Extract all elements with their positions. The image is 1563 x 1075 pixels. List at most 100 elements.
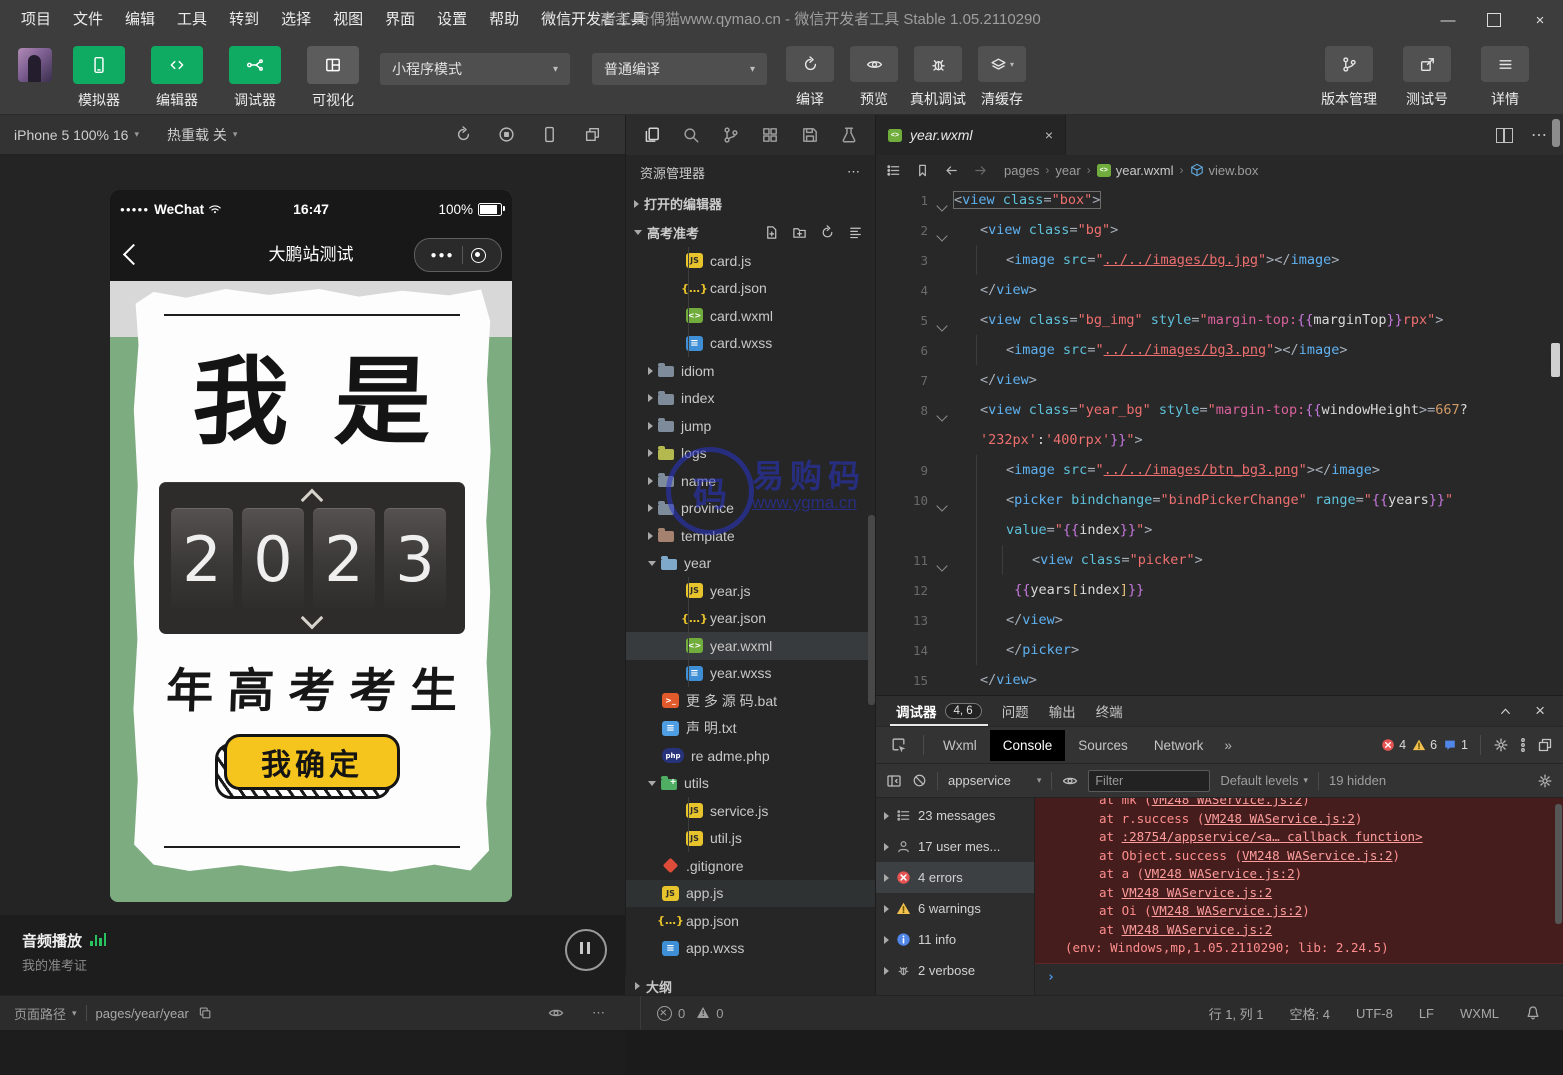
more-icon[interactable]: ⋯ [1531, 125, 1547, 145]
console-filter-23 messages[interactable]: 23 messages [876, 800, 1034, 831]
toolbar-编辑器-button[interactable]: 编辑器 [148, 46, 206, 110]
console-filter-11 info[interactable]: 11 info [876, 924, 1034, 955]
tree-item-template[interactable]: template [626, 522, 875, 550]
console-prompt[interactable]: › [1035, 964, 1563, 985]
tree-item-app.wxss[interactable]: ≡app.wxss [626, 935, 875, 963]
tree-item-re adme.php[interactable]: phpre adme.php [626, 742, 875, 770]
menu-item-设置[interactable]: 设置 [426, 0, 478, 40]
collapse-all-icon[interactable] [848, 225, 863, 240]
action-测试号-button[interactable]: 测试号 [1399, 46, 1455, 109]
menu-item-选择[interactable]: 选择 [270, 0, 322, 40]
console-filter-4 errors[interactable]: 4 errors [876, 862, 1034, 893]
refresh-icon[interactable] [820, 225, 835, 240]
confirm-button[interactable]: 我确定 [224, 734, 400, 790]
search-icon[interactable] [682, 126, 700, 144]
navigate-forward-icon[interactable] [973, 163, 988, 178]
toolbar-可视化-button[interactable]: 可视化 [304, 46, 362, 110]
code-area[interactable]: 1<view class="box">2<view class="bg">3<i… [876, 185, 1563, 695]
menu-item-界面[interactable]: 界面 [374, 0, 426, 40]
maximize-button[interactable] [1471, 0, 1517, 40]
tree-item-util.js[interactable]: JSutil.js [626, 825, 875, 853]
error-count[interactable]: 4 [1381, 738, 1406, 752]
sidebar-toggle-icon[interactable] [886, 773, 902, 789]
toolbar-模拟器-button[interactable]: 模拟器 [70, 46, 128, 110]
clear-console-icon[interactable] [912, 773, 927, 788]
stack-link[interactable]: :28754/appservice/<a… callback function> [1122, 829, 1423, 844]
open-editors-section[interactable]: 打开的编辑器 [626, 189, 875, 218]
mode-dropdown[interactable]: 小程序模式 ▾ [380, 53, 570, 85]
menu-item-工具[interactable]: 工具 [166, 0, 218, 40]
editor-scrollbar-thumb[interactable] [1552, 119, 1560, 147]
explorer-scrollbar[interactable] [868, 515, 875, 705]
eol-setting[interactable]: LF [1419, 1006, 1434, 1021]
stack-link[interactable]: VM248 WAService.js:2 [1122, 885, 1273, 900]
source-control-icon[interactable] [722, 126, 740, 144]
hot-reload-toggle[interactable]: 热重载 关 ▾ [153, 125, 251, 145]
action-真机调试-button[interactable]: 真机调试 [910, 46, 966, 109]
tab-year-wxml[interactable]: <> year.wxml × [876, 115, 1066, 155]
eye-icon[interactable] [548, 1005, 564, 1021]
tree-item-更 多 源 码.bat[interactable]: >_更 多 源 码.bat [626, 687, 875, 715]
action-详情-button[interactable]: 详情 [1477, 46, 1533, 109]
menu-item-项目[interactable]: 项目 [10, 0, 62, 40]
explorer-problems[interactable]: 0 0 [640, 996, 723, 1030]
tree-item-app.js[interactable]: JSapp.js [626, 880, 875, 908]
debugger-tab-调试器[interactable]: 调试器4, 6 [890, 696, 988, 726]
device-selector[interactable]: iPhone 5 100% 16 ▾ [0, 127, 153, 143]
language-mode[interactable]: WXML [1460, 1006, 1499, 1021]
log-levels-dropdown[interactable]: Default levels ▾ [1220, 773, 1308, 788]
indent-setting[interactable]: 空格: 4 [1290, 1004, 1330, 1023]
more-icon[interactable]: ⋯ [592, 1005, 605, 1021]
compile-dropdown[interactable]: 普通编译 ▾ [592, 53, 767, 85]
tree-item-service.js[interactable]: JSservice.js [626, 797, 875, 825]
action-编译-button[interactable]: 编译 [782, 46, 838, 109]
menu-item-帮助[interactable]: 帮助 [478, 0, 530, 40]
page-path-dropdown[interactable]: 页面路径 ▾ [14, 1004, 77, 1023]
tree-item-province[interactable]: province [626, 495, 875, 523]
tree-item-app.json[interactable]: {…}app.json [626, 907, 875, 935]
split-editor-icon[interactable] [1496, 128, 1513, 143]
tree-item-logs[interactable]: logs [626, 440, 875, 468]
extensions-icon[interactable] [761, 126, 779, 144]
tree-item-idiom[interactable]: idiom [626, 357, 875, 385]
breadcrumb-item-year[interactable]: year [1055, 163, 1080, 178]
editor-scrollbar-thumb-2[interactable] [1551, 343, 1560, 377]
devtools-tab-Sources[interactable]: Sources [1065, 730, 1141, 761]
device-frame-icon[interactable] [541, 126, 558, 143]
console-filter-6 warnings[interactable]: 6 warnings [876, 893, 1034, 924]
message-count[interactable]: 1 [1443, 738, 1468, 752]
tree-item-index[interactable]: index [626, 385, 875, 413]
more-icon[interactable]: ●●● [430, 250, 461, 261]
console-filter-17 user mes...[interactable]: 17 user mes... [876, 831, 1034, 862]
stack-link[interactable]: VM248 WAService.js:2 [1152, 903, 1303, 918]
tree-item-jump[interactable]: jump [626, 412, 875, 440]
action-预览-button[interactable]: 预览 [846, 46, 902, 109]
tree-item-name[interactable]: name [626, 467, 875, 495]
tree-item-year.wxml[interactable]: <>year.wxml [626, 632, 875, 660]
chevron-up-icon[interactable] [1498, 704, 1513, 719]
tree-item-card.json[interactable]: {…}card.json [626, 275, 875, 303]
kebab-menu-icon[interactable] [1515, 737, 1531, 753]
menu-item-编辑[interactable]: 编辑 [114, 0, 166, 40]
close-icon[interactable]: × [1045, 127, 1053, 143]
more-tabs-icon[interactable]: » [1216, 738, 1240, 753]
context-selector[interactable]: appservice ▾ [948, 773, 1041, 788]
menu-item-转到[interactable]: 转到 [218, 0, 270, 40]
debugger-tab-终端[interactable]: 终端 [1090, 696, 1129, 726]
tree-item-year.json[interactable]: {…}year.json [626, 605, 875, 633]
stack-link[interactable]: VM248 WAService.js:2 [1242, 848, 1393, 863]
inspect-element-icon[interactable] [876, 737, 917, 754]
eye-icon[interactable] [1062, 773, 1078, 789]
console-settings-icon[interactable] [1537, 773, 1553, 789]
year-picker[interactable]: 2023 [159, 482, 465, 634]
stop-icon[interactable] [498, 126, 515, 143]
filter-input[interactable] [1088, 770, 1210, 792]
debugger-tab-输出[interactable]: 输出 [1043, 696, 1082, 726]
tree-item-year[interactable]: year [626, 550, 875, 578]
bell-icon[interactable] [1525, 1005, 1541, 1021]
toolbar-调试器-button[interactable]: 调试器 [226, 46, 284, 110]
devtools-tab-Network[interactable]: Network [1141, 730, 1217, 761]
stack-link[interactable]: VM248 WAService.js:2 [1152, 798, 1303, 807]
avatar[interactable] [18, 48, 52, 82]
action-版本管理-button[interactable]: 版本管理 [1321, 46, 1377, 109]
